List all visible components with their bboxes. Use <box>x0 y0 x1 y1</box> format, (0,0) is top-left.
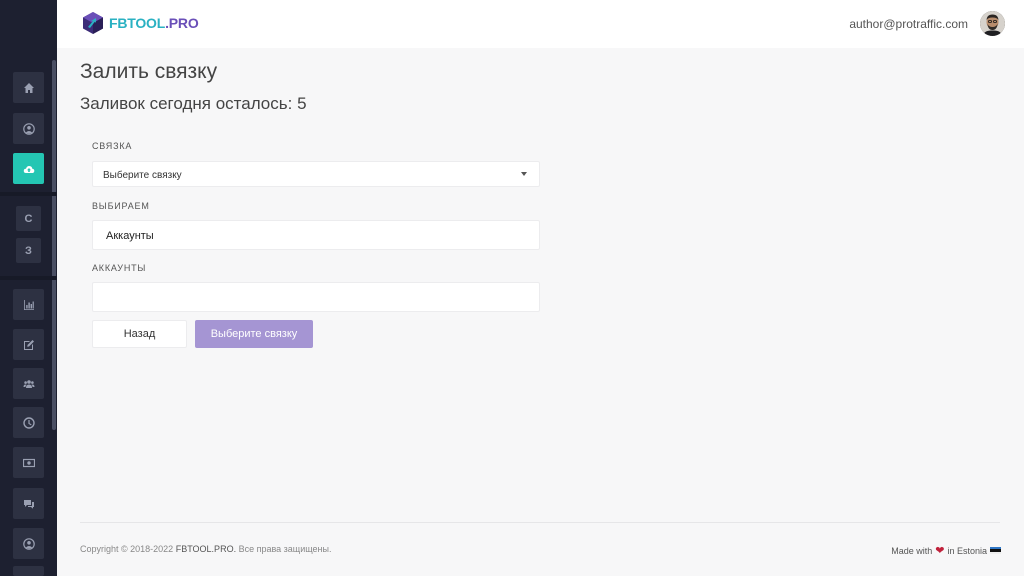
sidebar-item-label: З <box>25 244 32 257</box>
uploads-remaining: Заливок сегодня осталось: 5 <box>80 94 307 113</box>
sidebar-item-edit[interactable] <box>13 329 44 360</box>
logo-icon <box>83 12 103 34</box>
bar-chart-icon <box>23 299 34 310</box>
sidebar-item-stats[interactable] <box>13 289 44 320</box>
made-with: Made with ❤ in Estonia <box>891 544 1001 557</box>
copyright-suffix: Все права защищены. <box>238 544 332 554</box>
accounts-label: АККАУНТЫ <box>92 263 147 273</box>
made-with-text: Made with <box>891 545 933 556</box>
sidebar-item-finance[interactable] <box>13 447 44 478</box>
sidebar-item-more[interactable] <box>13 566 44 576</box>
sidebar-item-upload[interactable] <box>13 153 44 184</box>
sidebar-scrollbar[interactable] <box>52 60 56 430</box>
page-title: Залить связку <box>80 60 218 83</box>
bundle-select-value: Выберите связку <box>103 170 182 181</box>
heart-icon: ❤ <box>935 545 945 557</box>
money-icon <box>22 458 35 467</box>
logo[interactable]: FBTOOL.PRO <box>81 11 199 35</box>
sidebar: С З <box>0 0 57 576</box>
users-icon <box>23 379 34 388</box>
logo-text: FBTOOL.PRO <box>109 15 199 31</box>
sidebar-item-history[interactable] <box>13 407 44 438</box>
submit-button[interactable]: Выберите связку <box>195 320 313 348</box>
sidebar-item-z[interactable]: З <box>16 238 41 263</box>
user-email[interactable]: author@protraffic.com <box>849 17 968 31</box>
user-icon <box>22 537 35 550</box>
top-header: FBTOOL.PRO author@protraffic.com <box>57 0 1024 48</box>
cloud-upload-icon <box>23 165 34 173</box>
sidebar-item-chat[interactable] <box>13 488 44 519</box>
clock-icon <box>22 416 35 429</box>
bundle-label: СВЯЗКА <box>92 141 133 151</box>
avatar[interactable] <box>980 11 1005 36</box>
choose-field-value: Аккаунты <box>106 230 154 242</box>
copyright-prefix: Copyright © 2018-2022 <box>80 544 174 554</box>
sidebar-item-home[interactable] <box>13 72 44 103</box>
sidebar-item-users[interactable] <box>13 368 44 399</box>
home-icon <box>23 82 34 93</box>
choose-field[interactable]: Аккаунты <box>92 220 540 250</box>
user-circle-icon <box>22 122 35 135</box>
made-in-text: in Estonia <box>947 545 987 556</box>
footer-divider <box>80 522 1000 523</box>
comments-icon <box>23 499 34 509</box>
chevron-down-icon <box>521 172 527 176</box>
sidebar-item-account[interactable] <box>13 528 44 559</box>
sidebar-item-profile[interactable] <box>13 113 44 144</box>
sidebar-item-c[interactable]: С <box>16 206 41 231</box>
estonia-flag-icon <box>990 546 1001 555</box>
choose-label: ВЫБИРАЕМ <box>92 201 150 211</box>
sidebar-item-label: С <box>24 212 33 225</box>
copyright-brand[interactable]: FBTOOL.PRO. <box>176 544 236 554</box>
accounts-field[interactable] <box>92 282 540 312</box>
copyright: Copyright © 2018-2022 FBTOOL.PRO. Все пр… <box>80 544 332 554</box>
back-button[interactable]: Назад <box>92 320 187 348</box>
edit-icon <box>23 339 34 350</box>
bundle-select[interactable]: Выберите связку <box>92 161 540 187</box>
